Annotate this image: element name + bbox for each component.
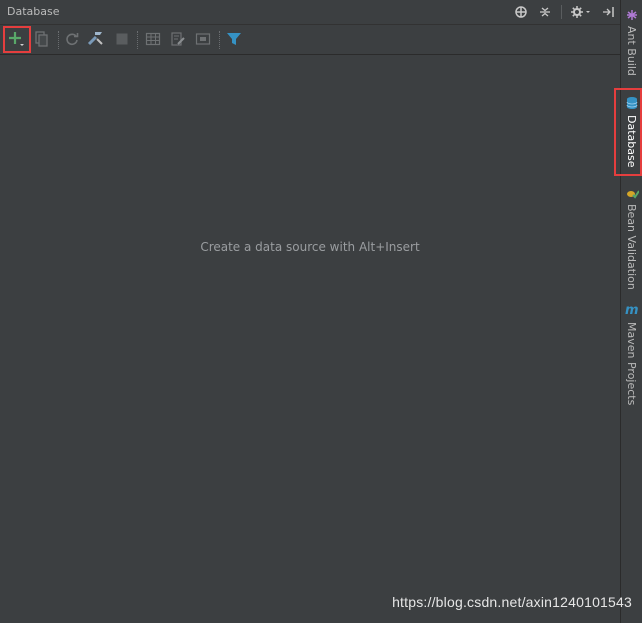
tab-label: Bean Validation bbox=[625, 204, 638, 290]
add-button-highlight bbox=[3, 26, 31, 53]
header-actions bbox=[513, 3, 616, 21]
tab-ant-build[interactable]: Ant Build bbox=[621, 4, 642, 82]
stop-icon[interactable] bbox=[111, 28, 133, 50]
toolbar-separator bbox=[219, 31, 221, 49]
tab-bean-validation[interactable]: Bean Validation bbox=[621, 184, 642, 290]
copy-icon[interactable] bbox=[30, 28, 52, 50]
refresh-icon[interactable] bbox=[61, 28, 83, 50]
crosshair-icon[interactable] bbox=[513, 4, 529, 20]
edit-icon[interactable] bbox=[167, 28, 189, 50]
collapse-icon[interactable] bbox=[537, 4, 553, 20]
console-icon[interactable] bbox=[192, 28, 214, 50]
empty-state-message: Create a data source with Alt+Insert bbox=[200, 240, 420, 254]
watermark-text: https://blog.csdn.net/axin1240101543 bbox=[392, 594, 632, 610]
table-icon[interactable] bbox=[142, 28, 164, 50]
gear-icon[interactable] bbox=[570, 4, 592, 20]
bean-icon bbox=[627, 190, 639, 199]
data-source-tree[interactable]: Create a data source with Alt+Insert bbox=[0, 55, 620, 623]
hide-icon[interactable] bbox=[600, 4, 616, 20]
database-toolbar bbox=[0, 25, 620, 55]
properties-icon[interactable] bbox=[85, 28, 107, 50]
ant-icon bbox=[627, 10, 637, 20]
tab-maven-projects[interactable]: m Maven Projects bbox=[621, 302, 642, 412]
tool-window-title: Database bbox=[7, 5, 60, 18]
toolbar-separator bbox=[58, 31, 60, 49]
right-tool-stripe: Ant Build Database Bean Validation m Mav… bbox=[614, 0, 642, 623]
tab-label: Ant Build bbox=[625, 26, 638, 76]
maven-icon: m bbox=[625, 303, 639, 318]
header-separator bbox=[561, 5, 562, 19]
toolbar-separator bbox=[137, 31, 139, 49]
database-tab-highlight bbox=[614, 88, 642, 176]
tool-window-header: Database bbox=[0, 0, 620, 25]
filter-icon[interactable] bbox=[223, 28, 245, 50]
database-tool-window: Database Create a data source with Alt+I… bbox=[0, 0, 620, 623]
tab-label: Maven Projects bbox=[625, 322, 638, 406]
